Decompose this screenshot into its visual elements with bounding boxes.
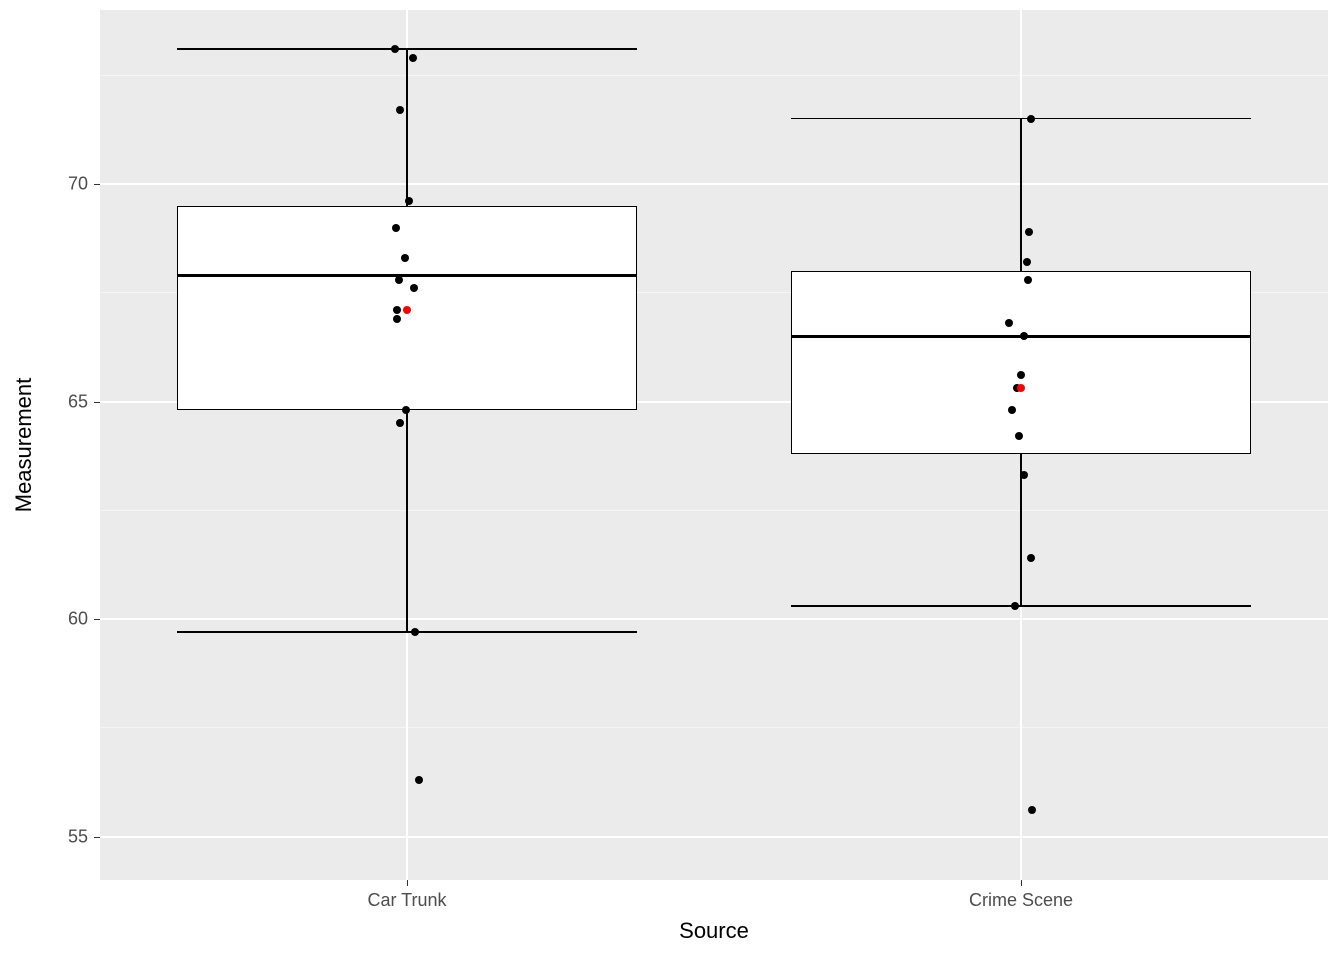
gridline-minor [100,75,1328,76]
data-point [1025,228,1033,236]
boxplot-chart: Measurement Source 55606570Car TrunkCrim… [0,0,1344,960]
whisker-upper [406,49,407,206]
whisker-cap-upper [177,48,638,49]
data-point [396,106,404,114]
plot-panel [100,10,1328,880]
y-tick [94,184,100,185]
data-point [401,254,409,262]
data-point [1027,554,1035,562]
median-line [177,274,638,277]
box [791,271,1252,454]
y-tick-label: 55 [0,826,88,847]
x-tick-label: Car Trunk [367,890,446,911]
data-point [1011,602,1019,610]
y-tick [94,619,100,620]
data-point [410,284,418,292]
data-point [1028,806,1036,814]
gridline-minor [100,727,1328,728]
y-tick-label: 60 [0,609,88,630]
data-point [1024,276,1032,284]
x-tick [407,880,408,886]
whisker-lower [406,410,407,632]
data-point [411,628,419,636]
data-point [1020,332,1028,340]
data-point [391,45,399,53]
whisker-upper [1020,119,1021,271]
gridline-major [100,836,1328,838]
x-tick-label: Crime Scene [969,890,1073,911]
data-point [405,197,413,205]
data-point [393,306,401,314]
gridline-minor [100,510,1328,511]
data-point [396,419,404,427]
data-point [415,776,423,784]
gridline-major [100,618,1328,620]
data-point [1020,471,1028,479]
data-point [1023,258,1031,266]
y-tick-label: 70 [0,174,88,195]
x-tick [1021,880,1022,886]
whisker-cap-lower [177,631,638,632]
y-tick [94,837,100,838]
whisker-cap-upper [791,118,1252,119]
data-point [1027,115,1035,123]
data-point [395,276,403,284]
data-point [409,54,417,62]
x-axis-title: Source [679,918,749,944]
whisker-cap-lower [791,605,1252,606]
data-point [402,406,410,414]
y-tick-label: 65 [0,391,88,412]
y-tick [94,402,100,403]
gridline-major [100,183,1328,185]
